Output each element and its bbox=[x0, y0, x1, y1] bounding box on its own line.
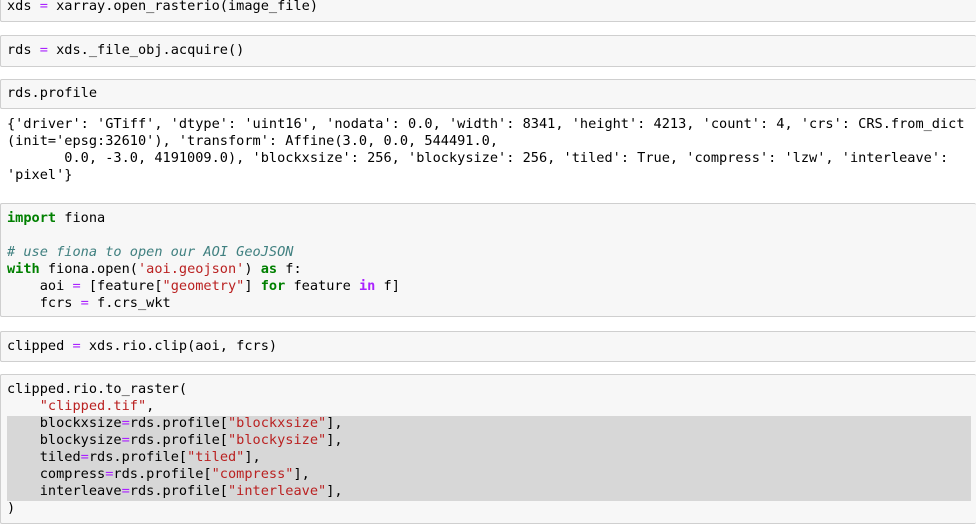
code-token: f] bbox=[375, 278, 400, 294]
operator-token: = bbox=[121, 483, 130, 499]
code-token: tiled bbox=[7, 449, 81, 465]
code-token: ], bbox=[326, 415, 343, 431]
string-token: "blockysize" bbox=[227, 432, 327, 448]
keyword-token: with bbox=[7, 261, 40, 277]
code-token: f.crs_wkt bbox=[88, 295, 171, 311]
string-token: "geometry" bbox=[162, 278, 245, 294]
code-token: xds.rio.clip(aoi, fcrs) bbox=[80, 338, 278, 354]
code-token: feature bbox=[285, 278, 359, 294]
code-token: rds.profile[ bbox=[129, 483, 228, 499]
keyword-token: for bbox=[260, 278, 286, 294]
operator-token: = bbox=[39, 0, 48, 14]
code-token: , bbox=[146, 398, 155, 414]
code-token: rds.profile[ bbox=[113, 466, 212, 482]
code-cell-to-raster-source[interactable]: clipped.rio.to_raster( "clipped.tif", bl… bbox=[7, 381, 343, 517]
code-cell-fiona-source[interactable]: import fiona # use fiona to open our AOI… bbox=[7, 210, 400, 312]
code-token: ) bbox=[7, 500, 16, 516]
code-token: xds._file_obj.acquire() bbox=[56, 42, 245, 58]
operator-token: = bbox=[121, 415, 130, 431]
string-token: "blockxsize" bbox=[227, 415, 327, 431]
code-token: rds.profile[ bbox=[129, 432, 228, 448]
keyword-token: as bbox=[260, 261, 278, 277]
operator-token: = bbox=[80, 295, 89, 311]
keyword-token: import bbox=[7, 210, 57, 226]
comment-token: # use fiona to open our AOI GeoJSON bbox=[7, 244, 294, 260]
code-token: f: bbox=[277, 261, 302, 277]
code-token: ) bbox=[244, 261, 261, 277]
operator-token: = bbox=[39, 42, 48, 58]
code-token: ] bbox=[244, 278, 261, 294]
string-token: "clipped.tif" bbox=[39, 398, 147, 414]
code-token: clipped bbox=[7, 338, 65, 354]
code-token: xds bbox=[7, 0, 32, 14]
code-token: rds.profile[ bbox=[88, 449, 188, 465]
string-token: "interleave" bbox=[227, 483, 327, 499]
code-token: blockxsize bbox=[7, 415, 122, 431]
code-token: fcrs bbox=[7, 295, 81, 311]
code-token: fiona bbox=[56, 210, 106, 226]
code-token: clipped.rio.to_raster( bbox=[7, 381, 188, 397]
string-token: "compress" bbox=[211, 466, 294, 482]
code-token: rds.profile[ bbox=[129, 415, 228, 431]
code-token: aoi bbox=[7, 278, 73, 294]
code-token: ], bbox=[326, 432, 343, 448]
code-token: [feature[ bbox=[80, 278, 163, 294]
code-cell-acquire-source[interactable]: rds = xds._file_obj.acquire() bbox=[7, 42, 244, 59]
operator-token: = bbox=[72, 338, 81, 354]
code-cell-profile[interactable] bbox=[0, 79, 976, 109]
string-token: "tiled" bbox=[187, 449, 245, 465]
code-token: interleave bbox=[7, 483, 122, 499]
operator-token: = bbox=[72, 278, 81, 294]
code-token: rds bbox=[7, 42, 32, 58]
code-cell-profile-source[interactable]: rds.profile bbox=[7, 85, 97, 102]
operator-token: = bbox=[121, 432, 130, 448]
string-token: 'aoi.geojson' bbox=[137, 261, 245, 277]
cell-output-profile: {'driver': 'GTiff', 'dtype': 'uint16', '… bbox=[7, 116, 965, 183]
operator-token: = bbox=[80, 449, 89, 465]
code-token: ], bbox=[244, 449, 261, 465]
code-token: ], bbox=[293, 466, 310, 482]
code-token: blockysize bbox=[7, 432, 122, 448]
code-token: ], bbox=[326, 483, 343, 499]
code-token: fiona.open( bbox=[39, 261, 138, 277]
code-token: rds.profile bbox=[7, 85, 98, 101]
code-cell-clip-source[interactable]: clipped = xds.rio.clip(aoi, fcrs) bbox=[7, 338, 277, 355]
keyword-token: in bbox=[358, 278, 376, 294]
code-token: xarray.open_rasterio(image_file) bbox=[56, 0, 319, 14]
code-token: compress bbox=[7, 466, 106, 482]
code-cell-open-rasterio-source[interactable]: xds = xarray.open_rasterio(image_file) bbox=[7, 0, 318, 15]
